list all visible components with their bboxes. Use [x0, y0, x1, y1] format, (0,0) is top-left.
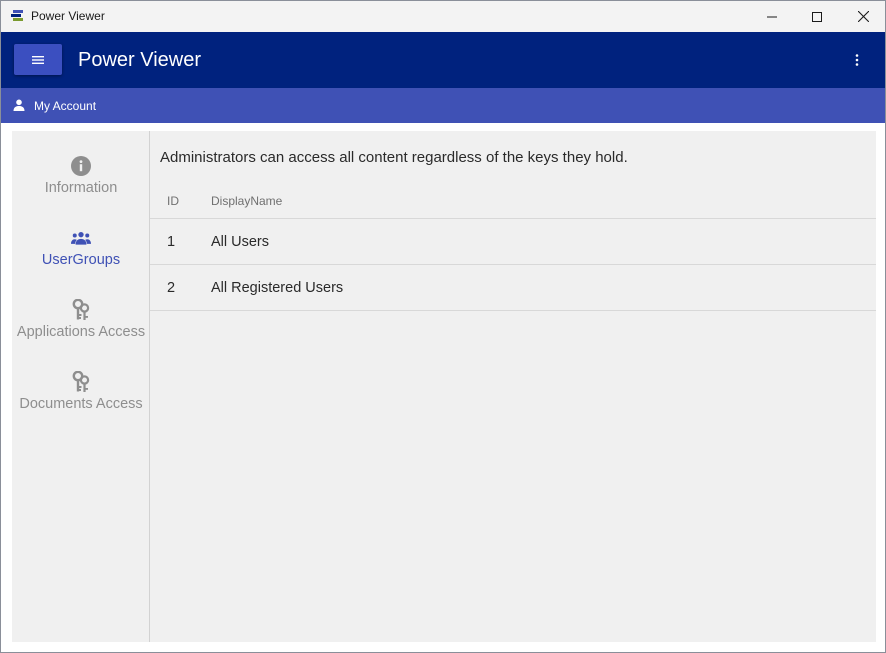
person-icon — [13, 98, 25, 116]
close-button[interactable] — [840, 1, 885, 32]
more-options-button[interactable] — [847, 48, 867, 72]
cell-displayname: All Registered Users — [211, 280, 344, 296]
sidebar-item-usergroups[interactable]: UserGroups — [12, 211, 150, 275]
maximize-icon — [812, 11, 822, 22]
column-header-id[interactable]: ID — [167, 194, 179, 208]
sidebar-item-label: Applications Access — [16, 324, 146, 340]
sidebar-item-label: Documents Access — [19, 396, 143, 412]
sidebar-item-label: UserGroups — [41, 252, 121, 268]
sidebar-item-label: Information — [44, 180, 118, 196]
content-panel: Information UserGroups Applications Acce… — [12, 131, 876, 642]
minimize-button[interactable] — [749, 1, 795, 32]
info-icon — [71, 155, 91, 177]
usergroups-table: ID DisplayName 1 All Users 2 All Registe… — [150, 187, 876, 311]
my-account-label: My Account — [34, 99, 97, 113]
hamburger-icon — [32, 55, 44, 64]
minimize-icon — [767, 16, 777, 17]
app-logo-icon — [10, 9, 24, 23]
cell-id: 1 — [167, 234, 176, 250]
kebab-menu-icon — [855, 54, 859, 66]
keys-icon — [71, 371, 91, 393]
maximize-button[interactable] — [794, 1, 840, 32]
user-group-icon — [71, 227, 91, 249]
title-bar[interactable]: Power Viewer — [1, 1, 885, 32]
column-header-displayname[interactable]: DisplayName — [211, 194, 282, 208]
hamburger-menu-button[interactable] — [14, 44, 62, 75]
table-header: ID DisplayName — [150, 187, 876, 219]
keys-icon — [71, 299, 91, 321]
app-window: Power Viewer Power Viewer My Account Inf… — [0, 0, 886, 653]
account-bar[interactable]: My Account — [1, 88, 885, 123]
app-title: Power Viewer — [78, 49, 202, 71]
window-title: Power Viewer — [31, 9, 105, 23]
sidebar-item-information[interactable]: Information — [12, 139, 150, 203]
app-bar: Power Viewer — [1, 32, 885, 88]
sidebar-nav: Information UserGroups Applications Acce… — [12, 131, 150, 642]
sidebar-item-applications-access[interactable]: Applications Access — [12, 283, 150, 347]
table-row[interactable]: 2 All Registered Users — [150, 265, 876, 311]
close-icon — [857, 11, 869, 22]
main-panel: Administrators can access all content re… — [150, 131, 876, 642]
admin-description: Administrators can access all content re… — [160, 149, 628, 166]
table-row[interactable]: 1 All Users — [150, 219, 876, 265]
sidebar-item-documents-access[interactable]: Documents Access — [12, 355, 150, 419]
cell-id: 2 — [167, 280, 176, 296]
cell-displayname: All Users — [211, 234, 270, 250]
